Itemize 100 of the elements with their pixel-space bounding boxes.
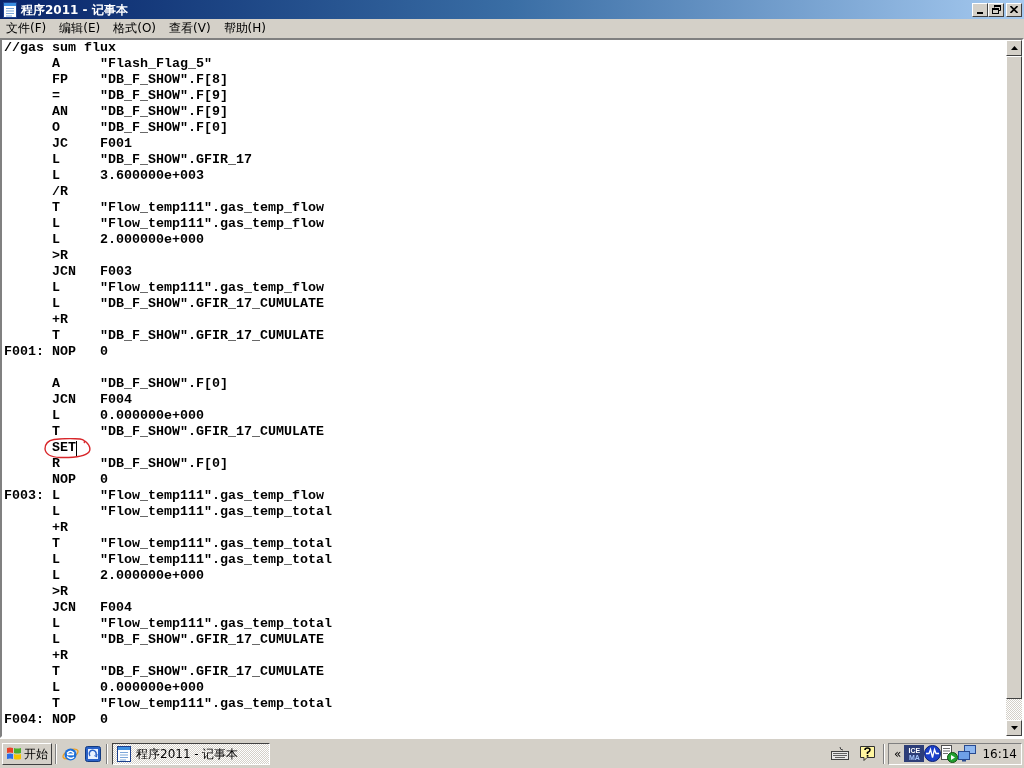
operand: "DB_F_SHOW".F[0] (100, 376, 228, 392)
operand: "Flow_temp111".gas_temp_total (100, 536, 332, 552)
operand: "DB_F_SHOW".GFIR_17_CUMULATE (100, 664, 324, 680)
opcode: L (52, 488, 60, 504)
page-arrow-icon[interactable] (85, 745, 101, 762)
operand: "DB_F_SHOW".GFIR_17 (100, 152, 252, 168)
operand: "Flow_temp111".gas_temp_total (100, 552, 332, 568)
opcode: A (52, 56, 60, 72)
opcode: L (52, 168, 60, 184)
jump-label: F003: (4, 488, 44, 504)
opcode: L (52, 504, 60, 520)
operand: "DB_F_SHOW".GFIR_17_CUMULATE (100, 632, 324, 648)
opcode: L (52, 296, 60, 312)
opcode: T (52, 664, 60, 680)
menu-item[interactable]: 格式(O) (107, 20, 163, 37)
menu-item[interactable]: 查看(V) (163, 20, 217, 37)
operand: "DB_F_SHOW".F[9] (100, 104, 228, 120)
notepad-icon (3, 1, 17, 18)
opcode: +R (52, 648, 68, 664)
operand: "Flow_temp111".gas_temp_total (100, 616, 332, 632)
jump-label: F001: (4, 344, 44, 360)
opcode: T (52, 328, 60, 344)
notepad-icon (117, 745, 131, 762)
opcode: NOP (52, 344, 76, 360)
operand: 0.000000e+000 (100, 408, 204, 424)
operand: "DB_F_SHOW".F[0] (100, 120, 228, 136)
opcode: R (52, 456, 60, 472)
operand: F004 (100, 392, 132, 408)
opcode: SET (52, 440, 76, 456)
operand: F004 (100, 600, 132, 616)
operand: "DB_F_SHOW".GFIR_17_CUMULATE (100, 424, 324, 440)
down-arrow-icon (1010, 726, 1018, 730)
clock: 16:14 (982, 745, 1017, 762)
start-button[interactable]: 开始 (2, 742, 52, 765)
opcode: T (52, 424, 60, 440)
menu-item[interactable]: 帮助(H) (217, 20, 272, 37)
operand: 2.000000e+000 (100, 232, 204, 248)
close-button[interactable] (1006, 2, 1022, 17)
opcode: AN (52, 104, 68, 120)
operand: "DB_F_SHOW".GFIR_17_CUMULATE (100, 328, 324, 344)
opcode: /R (52, 184, 68, 200)
operand: 0 (100, 344, 108, 360)
scroll-up-button[interactable] (1006, 40, 1022, 56)
minimize-button[interactable] (972, 2, 988, 17)
opcode: NOP (52, 472, 76, 488)
window-title: 程序2011 - 记事本 (21, 1, 128, 18)
network-icon[interactable] (958, 745, 977, 762)
operand: "DB_F_SHOW".F[8] (100, 72, 228, 88)
code-comment: //gas sum flux (4, 40, 116, 56)
opcode: A (52, 376, 60, 392)
opcode: T (52, 696, 60, 712)
operand: 0.000000e+000 (100, 680, 204, 696)
opcode: L (52, 616, 60, 632)
opcode: JCN (52, 600, 76, 616)
up-arrow-icon (1010, 46, 1018, 50)
operand: 0 (100, 712, 108, 728)
help-icon[interactable] (859, 745, 876, 762)
taskbar-window-button[interactable]: 程序2011 - 记事本 (112, 742, 270, 765)
operand: "Flow_temp111".gas_temp_flow (100, 280, 324, 296)
operand: "DB_F_SHOW".GFIR_17_CUMULATE (100, 296, 324, 312)
opcode: T (52, 536, 60, 552)
opcode: L (52, 568, 60, 584)
jump-label: F004: (4, 712, 44, 728)
restore-icon (991, 5, 1001, 14)
operand: "Flash_Flag_5" (100, 56, 212, 72)
opcode: L (52, 216, 60, 232)
windows-flag-icon (6, 746, 22, 761)
opcode: L (52, 408, 60, 424)
opcode: L (52, 232, 60, 248)
opcode: L (52, 280, 60, 296)
tray-expand-button[interactable]: « (893, 746, 903, 761)
operand: "DB_F_SHOW".F[0] (100, 456, 228, 472)
operand: 2.000000e+000 (100, 568, 204, 584)
restore-button[interactable] (988, 2, 1004, 17)
menu-item[interactable]: 文件(F) (0, 20, 53, 37)
wave-disc-icon[interactable] (924, 745, 942, 762)
operand: 0 (100, 472, 108, 488)
operand: "Flow_temp111".gas_temp_flow (100, 488, 324, 504)
opcode: L (52, 680, 60, 696)
opcode: = (52, 88, 60, 104)
operand: "DB_F_SHOW".F[9] (100, 88, 228, 104)
operand: 3.600000e+003 (100, 168, 204, 184)
operand: F001 (100, 136, 132, 152)
opcode: JCN (52, 392, 76, 408)
opcode: O (52, 120, 60, 136)
e-logo-icon[interactable] (62, 745, 79, 762)
operand: "Flow_temp111".gas_temp_flow (100, 216, 324, 232)
menu-item[interactable]: 编辑(E) (53, 20, 107, 37)
keyboard-icon[interactable] (831, 747, 849, 760)
page-play-icon[interactable] (941, 744, 959, 763)
operand: "Flow_temp111".gas_temp_flow (100, 200, 324, 216)
close-icon (1010, 6, 1018, 13)
opcode: JCN (52, 264, 76, 280)
operand: "Flow_temp111".gas_temp_total (100, 696, 332, 712)
opcode: L (52, 552, 60, 568)
opcode: >R (52, 584, 68, 600)
opcode: FP (52, 72, 68, 88)
text-area[interactable] (2, 40, 1006, 736)
scroll-down-button[interactable] (1006, 720, 1022, 736)
opcode: >R (52, 248, 68, 264)
